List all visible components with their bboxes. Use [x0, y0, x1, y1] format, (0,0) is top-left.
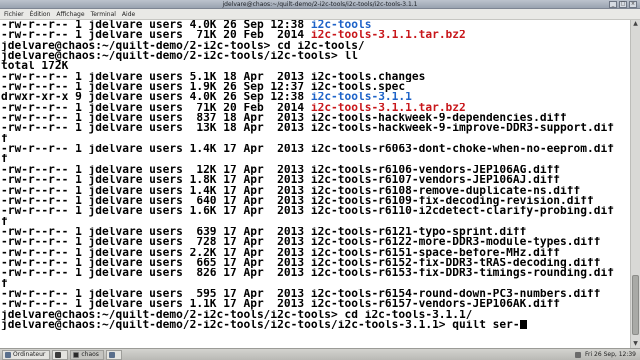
taskbar-chaos-label: chaos: [81, 351, 99, 358]
terminal-text: f: [1, 154, 8, 165]
terminal-text: i2c-tools: [310, 20, 372, 31]
terminal-output[interactable]: -rw-r--r-- 1 jdelvare users 4.0K 26 Sep …: [0, 20, 630, 348]
menu-edition[interactable]: Édition: [30, 9, 57, 20]
terminal-text: -rw-r--r-- 1 jdelvare users 4.0K 26 Sep …: [1, 20, 311, 31]
terminal-text: -rw-r--r-- 1 jdelvare users 826 17 Apr 2…: [1, 268, 614, 279]
terminal-line: -rw-r--r-- 1 jdelvare users 1.9K 26 Sep …: [0, 82, 630, 92]
terminal-text: -rw-r--r-- 1 jdelvare users 728 17 Apr 2…: [1, 237, 601, 248]
terminal-text: -rw-r--r-- 1 jdelvare users 1.9K 26 Sep …: [1, 82, 406, 93]
terminal-line: -rw-r--r-- 1 jdelvare users 5.1K 18 Apr …: [0, 72, 630, 82]
terminal-line: jdelvare@chaos:~/quilt-demo/2-i2c-tools/…: [0, 310, 630, 320]
terminal-text: -rw-r--r-- 1 jdelvare users 12K 17 Apr 2…: [1, 164, 561, 176]
terminal-text: -rw-r--r-- 1 jdelvare users 837 18 Apr 2…: [1, 113, 567, 124]
terminal-text: -rw-r--r-- 1 jdelvare users 1.4K 17 Apr …: [1, 144, 614, 155]
tray-area: Fri 26 Sep, 12:39: [574, 351, 636, 358]
terminal-text: -rw-r--r-- 1 jdelvare users 1.1K 17 Apr …: [1, 299, 561, 310]
terminal-line: -rw-r--r-- 1 jdelvare users 728 17 Apr 2…: [0, 237, 630, 247]
terminal-line: -rw-r--r-- 1 jdelvare users 71K 20 Feb 2…: [0, 30, 630, 40]
terminal-text: -rw-r--r-- 1 jdelvare users 71K 20 Feb 2…: [1, 102, 311, 114]
terminal-line: -rw-r--r-- 1 jdelvare users 1.4K 17 Apr …: [0, 144, 630, 154]
terminal-line: -rw-r--r-- 1 jdelvare users 1.4K 17 Apr …: [0, 186, 630, 196]
terminal-text: -rw-r--r-- 1 jdelvare users 665 17 Apr 2…: [1, 257, 601, 269]
terminal-text: i2c-tools-3.1.1: [310, 92, 412, 103]
terminal-text: -rw-r--r-- 1 jdelvare users 1.8K 17 Apr …: [1, 175, 561, 186]
terminal-line: jdelvare@chaos:~/quilt-demo/2-i2c-tools/…: [0, 51, 630, 61]
terminal-text: -rw-r--r-- 1 jdelvare users 5.1K 18 Apr …: [1, 71, 426, 83]
terminal-text: jdelvare@chaos:~/quilt-demo/2-i2c-tools/…: [1, 51, 358, 62]
terminal-line: drwxr-xr-x 9 jdelvare users 4.0K 26 Sep …: [0, 92, 630, 102]
terminal-line: f: [0, 134, 630, 144]
scroll-down-icon[interactable]: ▼: [631, 340, 640, 348]
menu-terminal[interactable]: Terminal: [91, 9, 122, 20]
terminal-text: -rw-r--r-- 1 jdelvare users 1.4K 17 Apr …: [1, 185, 581, 196]
terminal-line: jdelvare@chaos:~/quilt-demo/2-i2c-tools/…: [0, 319, 630, 331]
menu-fichier[interactable]: Fichier: [4, 9, 30, 20]
terminal-line: -rw-r--r-- 1 jdelvare users 1.6K 17 Apr …: [0, 206, 630, 216]
terminal-text: f: [1, 278, 8, 289]
terminal-line: -rw-r--r-- 1 jdelvare users 12K 17 Apr 2…: [0, 165, 630, 175]
terminal-text: -rw-r--r-- 1 jdelvare users 2.2K 17 Apr …: [1, 247, 561, 258]
clock[interactable]: Fri 26 Sep, 12:39: [585, 351, 636, 358]
terminal-text: f: [1, 216, 8, 227]
terminal-line: -rw-r--r-- 1 jdelvare users 826 17 Apr 2…: [0, 268, 630, 278]
taskbar-app-button[interactable]: [52, 349, 69, 360]
menu-aide[interactable]: Aide: [122, 9, 141, 20]
app-icon: [55, 351, 62, 358]
terminal-text: -rw-r--r-- 1 jdelvare users 13K 18 Apr 2…: [1, 123, 614, 134]
menu-affichage[interactable]: Affichage: [56, 9, 90, 20]
taskbar-chaos-button[interactable]: chaos: [70, 349, 104, 360]
terminal-text: i2c-tools-3.1.1.tar.bz2: [310, 30, 466, 41]
terminal-line: -rw-r--r-- 1 jdelvare users 1.8K 17 Apr …: [0, 175, 630, 185]
terminal-cursor: [519, 319, 527, 329]
terminal-line: f: [0, 154, 630, 164]
minimize-button[interactable]: _: [609, 1, 617, 8]
terminal-line: -rw-r--r-- 1 jdelvare users 4.0K 26 Sep …: [0, 20, 630, 30]
terminal-line: -rw-r--r-- 1 jdelvare users 639 17 Apr 2…: [0, 227, 630, 237]
terminal-line: -rw-r--r-- 1 jdelvare users 640 17 Apr 2…: [0, 196, 630, 206]
terminal-scrollbar[interactable]: ▲ ▼: [630, 20, 640, 348]
terminal-text: -rw-r--r-- 1 jdelvare users 1.6K 17 Apr …: [1, 206, 614, 217]
taskbar-computer-button[interactable]: Ordinateur: [2, 349, 51, 360]
terminal-line: -rw-r--r-- 1 jdelvare users 2.2K 17 Apr …: [0, 248, 630, 258]
terminal-line: total 172K: [0, 61, 630, 71]
taskbar-window-button[interactable]: [105, 349, 122, 360]
close-button[interactable]: ×: [629, 1, 637, 8]
terminal-text: drwxr-xr-x 9 jdelvare users 4.0K 26 Sep …: [1, 92, 311, 103]
tray-icon[interactable]: [574, 351, 581, 358]
terminal-line: -rw-r--r-- 1 jdelvare users 1.1K 17 Apr …: [0, 299, 630, 309]
terminal-line: jdelvare@chaos:~/quilt-demo/2-i2c-tools>…: [0, 41, 630, 51]
computer-icon: [5, 351, 11, 358]
terminal-text: jdelvare@chaos:~/quilt-demo/2-i2c-tools/…: [1, 309, 473, 320]
terminal-line: -rw-r--r-- 1 jdelvare users 837 18 Apr 2…: [0, 113, 630, 123]
terminal-text: jdelvare@chaos:~/quilt-demo/2-i2c-tools/…: [1, 319, 520, 331]
taskbar-computer-label: Ordinateur: [13, 351, 46, 358]
terminal-text: jdelvare@chaos:~/quilt-demo/2-i2c-tools>…: [1, 40, 365, 52]
scroll-up-icon[interactable]: ▲: [631, 20, 640, 28]
taskbar: Ordinateur chaos Fri 26 Sep, 12:39: [0, 348, 640, 360]
maximize-button[interactable]: □: [619, 1, 627, 8]
terminal-line: f: [0, 279, 630, 289]
window-controls: _ □ ×: [609, 1, 637, 8]
menu-bar: Fichier Édition Affichage Terminal Aide: [0, 9, 640, 20]
terminal-text: -rw-r--r-- 1 jdelvare users 639 17 Apr 2…: [1, 226, 527, 238]
terminal-line: -rw-r--r-- 1 jdelvare users 665 17 Apr 2…: [0, 258, 630, 268]
terminal-text: total 172K: [1, 61, 69, 72]
terminal-text: -rw-r--r-- 1 jdelvare users 640 17 Apr 2…: [1, 195, 594, 207]
terminal-line: f: [0, 217, 630, 227]
window-icon: [108, 351, 115, 358]
terminal-icon: [73, 351, 80, 358]
terminal-text: i2c-tools-3.1.1.tar.bz2: [310, 102, 466, 114]
terminal-line: -rw-r--r-- 1 jdelvare users 595 17 Apr 2…: [0, 289, 630, 299]
terminal-line: -rw-r--r-- 1 jdelvare users 71K 20 Feb 2…: [0, 103, 630, 113]
terminal-line: -rw-r--r-- 1 jdelvare users 13K 18 Apr 2…: [0, 123, 630, 133]
scrollbar-thumb[interactable]: [632, 275, 639, 335]
terminal-text: -rw-r--r-- 1 jdelvare users 71K 20 Feb 2…: [1, 30, 311, 41]
terminal-text: f: [1, 133, 8, 145]
terminal-text: -rw-r--r-- 1 jdelvare users 595 17 Apr 2…: [1, 288, 601, 300]
